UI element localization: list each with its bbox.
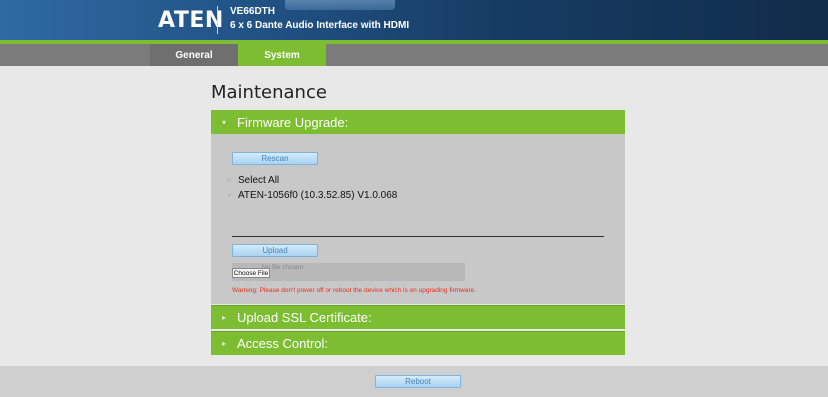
tab-system[interactable]: System [238,44,326,66]
collapse-icon: ▾ [221,117,226,127]
expand-icon: ▸ [221,339,226,348]
rescan-button[interactable]: Rescan [232,152,318,165]
page-title: Maintenance [211,82,327,103]
warning-text: Warning: Please don't power off or reboo… [232,287,477,294]
device-checkbox[interactable]: ✓ [227,192,235,199]
select-all-label: Select All [238,175,280,186]
select-all-row: □ Select All [227,175,279,186]
firmware-upgrade-header[interactable]: ▾ Firmware Upgrade: [211,110,625,134]
expand-icon: ▸ [221,313,226,322]
logo-divider [217,6,218,34]
tab-general[interactable]: General [150,44,238,66]
upload-ssl-title: Upload SSL Certificate: [237,310,372,325]
access-control-header[interactable]: ▸ Access Control: [211,331,625,355]
reboot-button[interactable]: Reboot [375,375,461,388]
header-decoration [285,0,395,10]
upload-button[interactable]: Upload [232,244,318,257]
divider-line [232,236,604,237]
device-subtitle: 6 x 6 Dante Audio Interface with HDMI [230,20,410,31]
device-model: VE66DTH [230,6,276,17]
aten-logo: ATEN [158,8,224,33]
select-all-checkbox[interactable]: □ [227,178,235,184]
access-control-title: Access Control: [237,336,329,351]
device-label: ATEN-1056f0 (10.3.52.85) V1.0.068 [238,190,398,201]
choose-file-button[interactable]: Choose File [232,268,270,278]
app-header: ATEN VE66DTH 6 x 6 Dante Audio Interface… [0,0,828,40]
upload-ssl-header[interactable]: ▸ Upload SSL Certificate: [211,305,625,329]
main-nav: General System [0,44,828,66]
firmware-upgrade-title: Firmware Upgrade: [237,114,349,130]
device-row: ✓ ATEN-1056f0 (10.3.52.85) V1.0.068 [227,190,397,201]
